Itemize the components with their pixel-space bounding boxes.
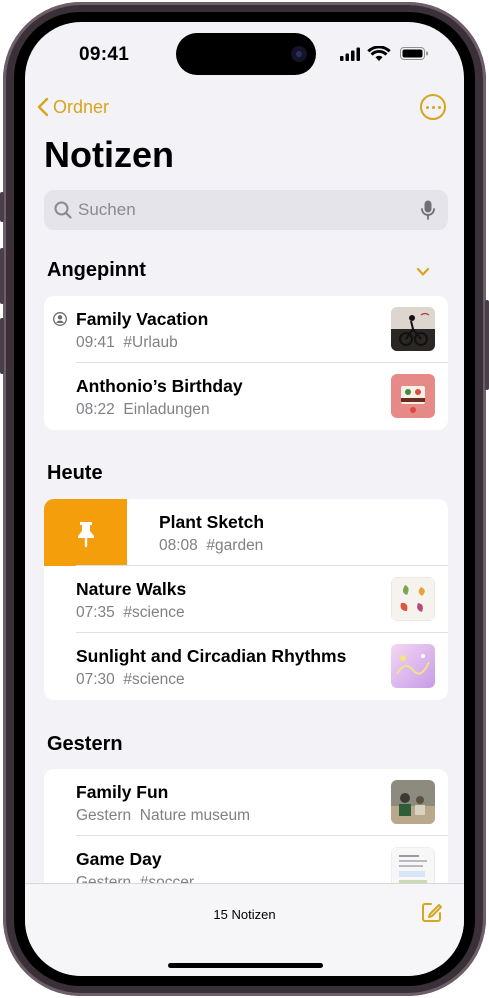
search-icon: [54, 201, 72, 219]
today-notes-list: Plant Sketch 08:08 #garden Nature Walks …: [44, 499, 448, 700]
pin-icon: [78, 522, 94, 548]
ellipsis-icon: [425, 105, 429, 109]
volume-down-button: [0, 318, 4, 374]
wifi-icon: [367, 45, 391, 61]
note-row-anthonios-birthday[interactable]: Anthonio’s Birthday 08:22 Einladungen: [44, 363, 448, 430]
note-thumbnail: [391, 780, 435, 824]
note-subtitle: 08:08 #garden: [159, 537, 264, 554]
section-header-pinned: Angepinnt: [47, 259, 146, 281]
chevron-down-icon[interactable]: [415, 266, 431, 278]
pinned-notes-list: Family Vacation 09:41 #Urlaub Anthonio’s…: [44, 296, 448, 430]
bottom-toolbar: 15 Notizen: [25, 883, 464, 976]
notes-count: 15 Notizen: [213, 907, 276, 922]
note-row-sunlight-circadian[interactable]: Sunlight and Circadian Rhythms 07:30 #sc…: [44, 633, 448, 700]
search-bar[interactable]: [44, 190, 448, 230]
note-title: Family Vacation: [76, 309, 209, 329]
microphone-icon[interactable]: [421, 200, 435, 221]
note-row-family-fun[interactable]: Family Fun Gestern Nature museum: [44, 769, 448, 836]
page-title: Notizen: [44, 134, 174, 175]
camera-icon: [291, 46, 307, 62]
home-indicator[interactable]: [168, 963, 323, 968]
note-row-nature-walks[interactable]: Nature Walks 07:35 #science: [44, 566, 448, 633]
status-time: 09:41: [79, 44, 130, 65]
battery-icon: [400, 47, 428, 60]
status-icons: [340, 45, 440, 62]
volume-up-button: [0, 248, 4, 304]
note-title: Nature Walks: [76, 579, 187, 599]
note-subtitle: 08:22 Einladungen: [76, 401, 210, 418]
back-label: Ordner: [53, 96, 110, 117]
cellular-signal-icon: [340, 47, 360, 61]
note-subtitle: 07:35 #science: [76, 604, 185, 621]
note-subtitle: 07:30 #science: [76, 671, 185, 688]
note-row-plant-sketch[interactable]: Plant Sketch 08:08 #garden: [44, 499, 448, 566]
note-thumbnail: [391, 307, 435, 351]
note-row-family-vacation[interactable]: Family Vacation 09:41 #Urlaub: [44, 296, 448, 363]
note-thumbnail: [391, 577, 435, 621]
chevron-left-icon: [37, 97, 49, 117]
note-subtitle: Gestern Nature museum: [76, 807, 251, 824]
note-title: Game Day: [76, 849, 162, 869]
note-title: Anthonio’s Birthday: [76, 376, 243, 396]
search-input[interactable]: [78, 190, 408, 230]
section-header-today: Heute: [47, 462, 103, 484]
note-thumbnail: [391, 374, 435, 418]
action-button: [0, 192, 4, 222]
note-title: Sunlight and Circadian Rhythms: [76, 646, 347, 666]
shared-person-icon: [53, 312, 67, 326]
screen: 09:41 Ordner Notizen Suchen Angepinnt Fa…: [25, 22, 464, 976]
compose-icon[interactable]: [421, 901, 443, 923]
dynamic-island: [176, 33, 316, 75]
note-title: Plant Sketch: [159, 512, 265, 532]
note-subtitle: 09:41 #Urlaub: [76, 334, 178, 351]
note-title: Family Fun: [76, 782, 169, 802]
back-button[interactable]: Ordner: [37, 94, 109, 120]
note-thumbnail: [391, 644, 435, 688]
section-header-yesterday: Gestern: [47, 733, 123, 755]
power-button: [485, 300, 489, 390]
pin-action-button[interactable]: [44, 499, 127, 566]
more-button[interactable]: [420, 94, 446, 120]
